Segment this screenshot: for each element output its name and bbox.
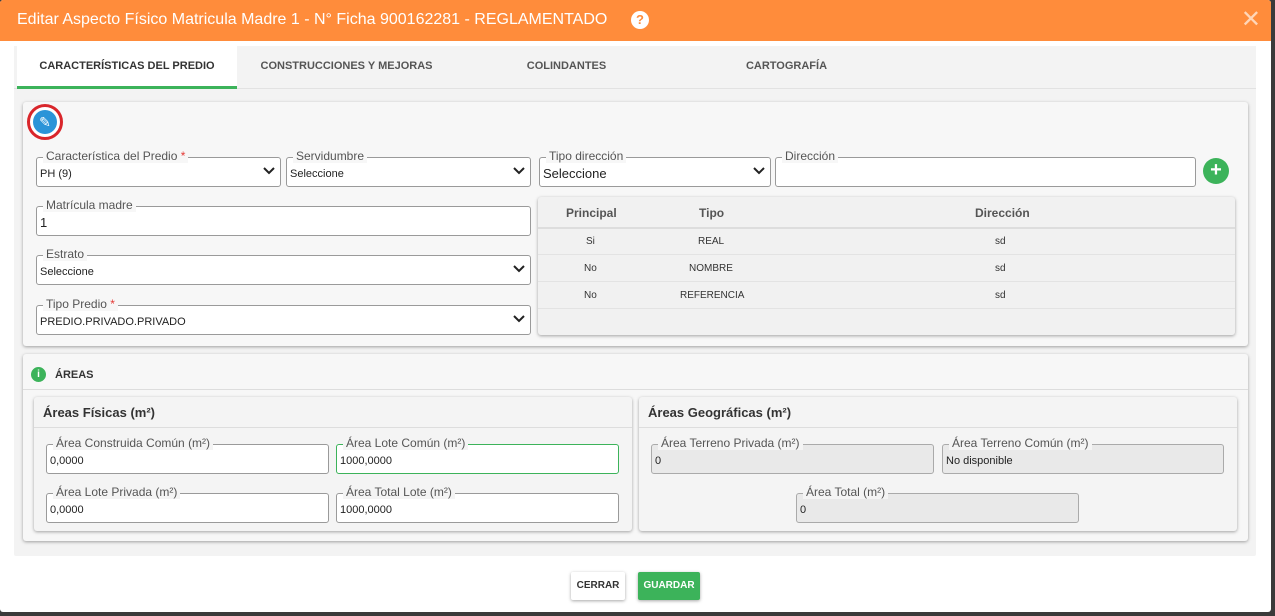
- caracteristica-label: Característica del Predio: [46, 149, 178, 163]
- cell-principal: No: [584, 290, 597, 301]
- direccion-input[interactable]: Dirección: [775, 149, 1196, 187]
- area-lote-comun-label: Área Lote Común (m²): [343, 436, 469, 450]
- tab-colindantes[interactable]: COLINDANTES: [484, 46, 649, 89]
- column-header-tipo: Tipo: [699, 206, 725, 220]
- tab-bar: CARACTERÍSTICAS DEL PREDIO CONSTRUCCIONE…: [14, 46, 1256, 89]
- chevron-down-icon: [753, 167, 765, 175]
- tipo-direccion-select[interactable]: Tipo dirección Seleccione: [539, 149, 771, 187]
- area-construida-comun-label: Área Construida Común (m²): [53, 436, 214, 450]
- required-mark: *: [180, 149, 186, 163]
- save-button[interactable]: GUARDAR: [638, 572, 700, 600]
- close-icon[interactable]: ✕: [1241, 5, 1261, 34]
- tipo-direccion-value: Seleccione: [543, 166, 607, 181]
- area-terreno-comun-label: Área Terreno Común (m²): [949, 436, 1092, 450]
- plus-icon: +: [1210, 159, 1222, 181]
- required-mark: *: [110, 297, 115, 311]
- area-total-input[interactable]: Área Total (m²) 0: [796, 485, 1079, 523]
- question-icon[interactable]: ?: [631, 11, 649, 29]
- areas-fisicas-title: Áreas Físicas (m²): [43, 405, 155, 420]
- edit-button[interactable]: ✎: [27, 104, 63, 140]
- matricula-value: 1: [40, 215, 48, 230]
- areas-geograficas-title: Áreas Geográficas (m²): [648, 405, 792, 420]
- servidumbre-select[interactable]: Servidumbre Seleccione: [286, 149, 531, 187]
- close-button[interactable]: CERRAR: [571, 572, 625, 600]
- tipo-predio-value: PREDIO.PRIVADO.PRIVADO: [40, 316, 186, 328]
- chevron-down-icon: [513, 167, 525, 175]
- area-lote-privada-label: Área Lote Privada (m²): [53, 485, 181, 499]
- matricula-input[interactable]: Matrícula madre 1: [36, 198, 531, 236]
- table-row[interactable]: Si REAL sd: [538, 228, 1235, 255]
- area-terreno-comun-value: No disponible: [946, 455, 1013, 467]
- tab-construcciones[interactable]: CONSTRUCCIONES Y MEJORAS: [249, 46, 444, 89]
- area-terreno-privada-label: Área Terreno Privada (m²): [658, 436, 803, 450]
- modal-header: Editar Aspecto Físico Matricula Madre 1 …: [0, 0, 1271, 41]
- cell-direccion: sd: [995, 236, 1006, 247]
- area-construida-comun-input[interactable]: Área Construida Común (m²) 0,0000: [46, 436, 329, 474]
- edit-modal: Editar Aspecto Físico Matricula Madre 1 …: [0, 0, 1271, 612]
- column-header-direccion: Dirección: [975, 206, 1030, 220]
- estrato-value: Seleccione: [40, 266, 94, 278]
- area-terreno-comun-input[interactable]: Área Terreno Común (m²) No disponible: [942, 436, 1224, 474]
- column-header-principal: Principal: [566, 206, 617, 220]
- area-total-lote-input[interactable]: Área Total Lote (m²) 1000,0000: [336, 485, 619, 523]
- cell-principal: No: [584, 263, 597, 274]
- direccion-label: Dirección: [782, 149, 839, 163]
- servidumbre-value: Seleccione: [290, 168, 344, 180]
- cell-tipo: NOMBRE: [689, 263, 733, 274]
- tab-cartografia[interactable]: CARTOGRAFÍA: [704, 46, 869, 89]
- table-row[interactable]: No REFERENCIA sd: [538, 282, 1235, 309]
- modal-title: Editar Aspecto Físico Matricula Madre 1 …: [17, 11, 608, 28]
- cell-direccion: sd: [995, 290, 1006, 301]
- cell-direccion: sd: [995, 263, 1006, 274]
- servidumbre-label: Servidumbre: [293, 149, 368, 163]
- tipo-predio-select[interactable]: Tipo Predio * PREDIO.PRIVADO.PRIVADO: [36, 297, 531, 335]
- area-total-lote-label: Área Total Lote (m²): [343, 485, 455, 499]
- add-address-button[interactable]: +: [1203, 158, 1229, 184]
- areas-title: ÁREAS: [55, 369, 94, 381]
- area-lote-comun-input[interactable]: Área Lote Común (m²) 1000,0000: [336, 436, 619, 474]
- chevron-down-icon: [513, 265, 525, 273]
- chevron-down-icon: [263, 167, 275, 175]
- matricula-label: Matrícula madre: [43, 198, 136, 212]
- tipo-direccion-label: Tipo dirección: [546, 149, 627, 163]
- cell-principal: Si: [586, 236, 595, 247]
- estrato-select[interactable]: Estrato Seleccione: [36, 247, 531, 285]
- tab-caracteristicas[interactable]: CARACTERÍSTICAS DEL PREDIO: [17, 46, 237, 89]
- tipo-predio-label: Tipo Predio: [46, 297, 107, 311]
- area-total-value: 0: [800, 504, 807, 516]
- area-total-label: Área Total (m²): [803, 485, 889, 499]
- area-construida-comun-value: 0,0000: [50, 455, 84, 467]
- table-row[interactable]: No NOMBRE sd: [538, 255, 1235, 282]
- area-terreno-privada-value: 0: [655, 455, 662, 467]
- estrato-label: Estrato: [43, 247, 88, 261]
- area-lote-privada-input[interactable]: Área Lote Privada (m²) 0,0000: [46, 485, 329, 523]
- info-icon: i: [31, 367, 46, 382]
- cell-tipo: REFERENCIA: [680, 290, 745, 301]
- address-table: Principal Tipo Dirección Si REAL sd No N…: [538, 197, 1235, 335]
- cell-tipo: REAL: [698, 236, 725, 247]
- caracteristica-select[interactable]: Característica del Predio * PH (9): [36, 149, 281, 187]
- area-terreno-privada-input[interactable]: Área Terreno Privada (m²) 0: [651, 436, 934, 474]
- caracteristica-value: PH (9): [40, 168, 72, 180]
- pencil-icon: ✎: [33, 110, 57, 134]
- chevron-down-icon: [513, 315, 525, 323]
- area-total-lote-value: 1000,0000: [340, 504, 392, 516]
- area-lote-comun-value: 1000,0000: [340, 455, 392, 467]
- area-lote-privada-value: 0,0000: [50, 504, 84, 516]
